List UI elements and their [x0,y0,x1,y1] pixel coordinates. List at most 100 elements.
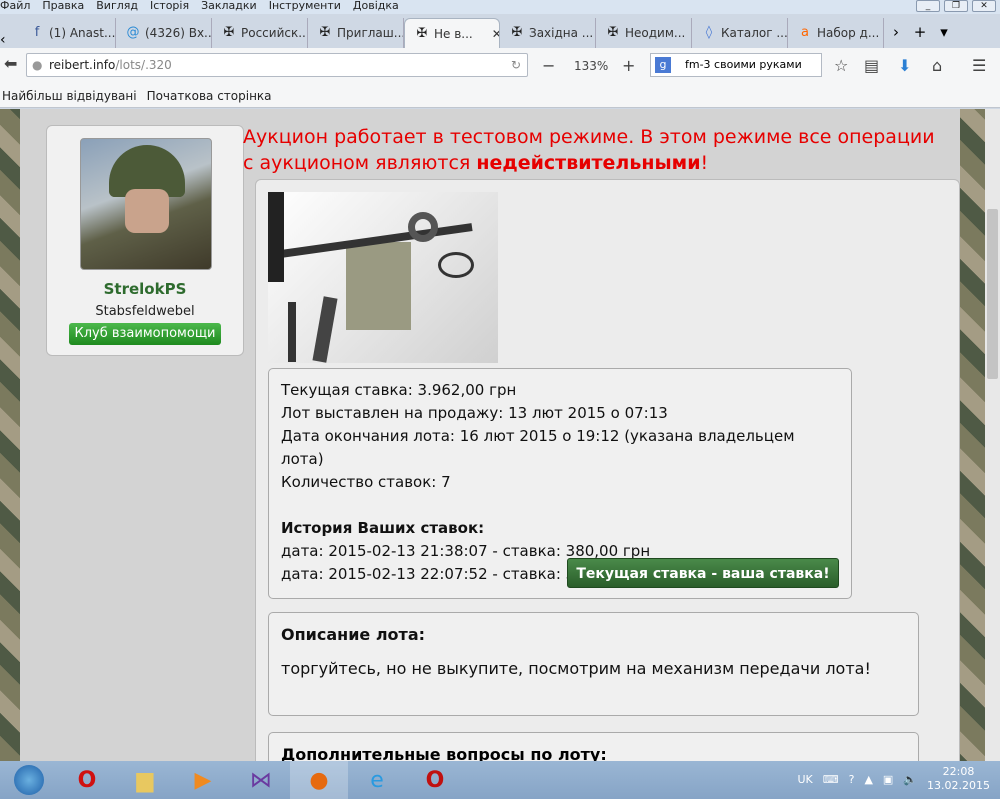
tab-8[interactable]: a Набор д... [788,18,884,48]
system-tray: UK ⌨ ? ▲ ▣ 🔈 22:08 13.02.2015 [797,765,990,793]
menu-file[interactable]: Файл [0,0,30,14]
warning-end: ! [700,152,709,174]
menu-bar: Файл Правка Вигляд Історія Закладки Інст… [0,0,1000,14]
maximize-button[interactable]: ❐ [944,0,968,12]
tab-0[interactable]: f (1) Anast... [20,18,116,48]
menu-view[interactable]: Вигляд [96,0,138,14]
keyboard-icon[interactable]: ⌨ [823,773,839,786]
lot-description: Описание лота: торгуйтесь, но не выкупит… [268,612,919,716]
bookmarks-bar: Найбільш відвідувані Початкова сторінка [0,84,1000,108]
download-icon[interactable]: ⬇ [898,56,911,75]
tab-label: (4326) Вх... [145,26,212,40]
tab-list-icon[interactable]: ▾ [932,23,956,41]
tab-label: Российск... [241,26,308,40]
zoom-in-button[interactable]: + [622,56,635,75]
close-tab-icon[interactable]: ✕ [492,27,499,41]
avatar[interactable] [80,138,212,270]
back-icon[interactable]: ⬅ [4,54,17,73]
menu-icon[interactable]: ☰ [972,56,986,75]
minimize-button[interactable]: _ [916,0,940,12]
globe-icon: ● [32,58,43,72]
opera-taskbar-icon[interactable]: O [58,761,116,799]
tab-label: (1) Anast... [49,26,116,40]
bid-count: Количество ставок: 7 [281,473,451,491]
volume-icon[interactable]: 🔈 [903,773,917,786]
warning-bold: недействительными [476,152,701,174]
mail-icon: @ [126,25,140,40]
menu-edit[interactable]: Правка [42,0,84,14]
reading-list-icon[interactable]: ▤ [864,56,879,75]
clock[interactable]: 22:08 13.02.2015 [927,765,990,793]
start-button[interactable] [0,761,58,799]
menu-bookmarks[interactable]: Закладки [201,0,257,14]
bookmark-start-page[interactable]: Початкова сторінка [147,89,272,103]
taskbar: O ▆ ▶ ⋈ ● e O UK ⌨ ? ▲ ▣ 🔈 22:08 13.02.20… [0,761,1000,799]
menu-history[interactable]: Історія [150,0,189,14]
reload-icon[interactable]: ↻ [511,54,521,76]
lot-photo[interactable] [268,192,498,363]
firefox-taskbar-icon[interactable]: ● [290,761,348,799]
tab-scroll-right-icon[interactable]: › [884,23,908,41]
cross-icon: ✠ [223,25,235,40]
page-scrollbar[interactable] [985,109,1000,761]
lot-info: Текущая ставка: 3.962,00 грн Лот выставл… [268,368,852,599]
tab-bar: ‹ f (1) Anast... @ (4326) Вх... ✠ Российск...… [0,16,1000,48]
tab-6[interactable]: ✠ Неодим... [596,18,692,48]
bookmark-star-icon[interactable]: ☆ [834,56,848,75]
language-indicator[interactable]: UK [797,773,812,786]
page-content: StrelokPS Stabsfeldwebel Клуб взаимопомо… [0,109,985,761]
scrollbar-thumb[interactable] [987,209,998,379]
current-bid-button[interactable]: Текущая ставка - ваша ставка! [567,558,839,588]
menu-help[interactable]: Довідка [353,0,399,14]
tab-1[interactable]: @ (4326) Вх... [116,18,212,48]
zoom-level[interactable]: 133% [574,59,608,73]
new-tab-icon[interactable]: + [908,23,932,41]
current-bid: Текущая ставка: 3.962,00 грн [281,381,517,399]
tab-label: Не в... [434,26,473,41]
lot-questions: Дополнительные вопросы по лоту: [268,732,919,761]
close-window-button[interactable]: ✕ [972,0,996,12]
nav-bar: ⬅ ● reibert.info/lots/.320 ↻ − 133% + g fm-… [0,48,1000,84]
tab-scroll-left-icon[interactable]: ‹ [0,32,20,48]
opera-taskbar-icon-2[interactable]: O [406,761,464,799]
cross-icon: ✠ [607,25,619,40]
tab-5[interactable]: ✠ Західна ... [500,18,596,48]
cross-icon: ✠ [511,25,523,40]
help-icon[interactable]: ? [849,773,855,786]
media-player-taskbar-icon[interactable]: ▶ [174,761,232,799]
url-host: reibert.info [49,58,116,72]
home-icon[interactable]: ⌂ [932,56,942,75]
tab-2[interactable]: ✠ Российск... [212,18,308,48]
user-card: StrelokPS Stabsfeldwebel Клуб взаимопомо… [46,125,244,356]
tab-label: Західна ... [529,26,594,40]
menu-tools[interactable]: Інструменти [269,0,341,14]
club-badge[interactable]: Клуб взаимопомощи [69,323,221,345]
url-input[interactable]: ● reibert.info/lots/.320 ↻ [26,53,528,77]
tab-7[interactable]: ◊ Каталог ... [692,18,788,48]
tab-3[interactable]: ✠ Приглаш... [308,18,404,48]
bookmark-most-visited[interactable]: Найбільш відвідувані [2,89,137,103]
description-text: торгуйтесь, но не выкупите, посмотрим на… [281,659,871,678]
search-input[interactable]: g fm-3 своими руками [650,53,822,77]
ie-taskbar-icon[interactable]: e [348,761,406,799]
tab-label: Каталог ... [721,26,788,40]
visual-studio-taskbar-icon[interactable]: ⋈ [232,761,290,799]
diamond-icon: ◊ [705,25,713,40]
cross-icon: ✠ [416,25,428,41]
search-value: fm-3 своими руками [685,58,802,71]
tab-label: Набор д... [817,26,880,40]
description-title: Описание лота: [281,625,426,644]
questions-title: Дополнительные вопросы по лоту: [281,745,607,761]
end-date: Дата окончания лота: 16 лют 2015 о 19:12… [281,427,795,468]
url-path: /lots/.320 [115,58,172,72]
username[interactable]: StrelokPS [47,280,243,298]
show-hidden-icons[interactable]: ▲ [864,773,872,786]
facebook-icon: f [34,25,40,40]
network-icon[interactable]: ▣ [883,773,893,786]
zoom-out-button[interactable]: − [542,56,555,75]
tab-4[interactable]: ✠ Не в... ✕ [404,18,500,48]
explorer-taskbar-icon[interactable]: ▆ [116,761,174,799]
cross-icon: ✠ [319,25,331,40]
windows-icon [14,765,44,795]
google-icon: g [655,57,671,73]
